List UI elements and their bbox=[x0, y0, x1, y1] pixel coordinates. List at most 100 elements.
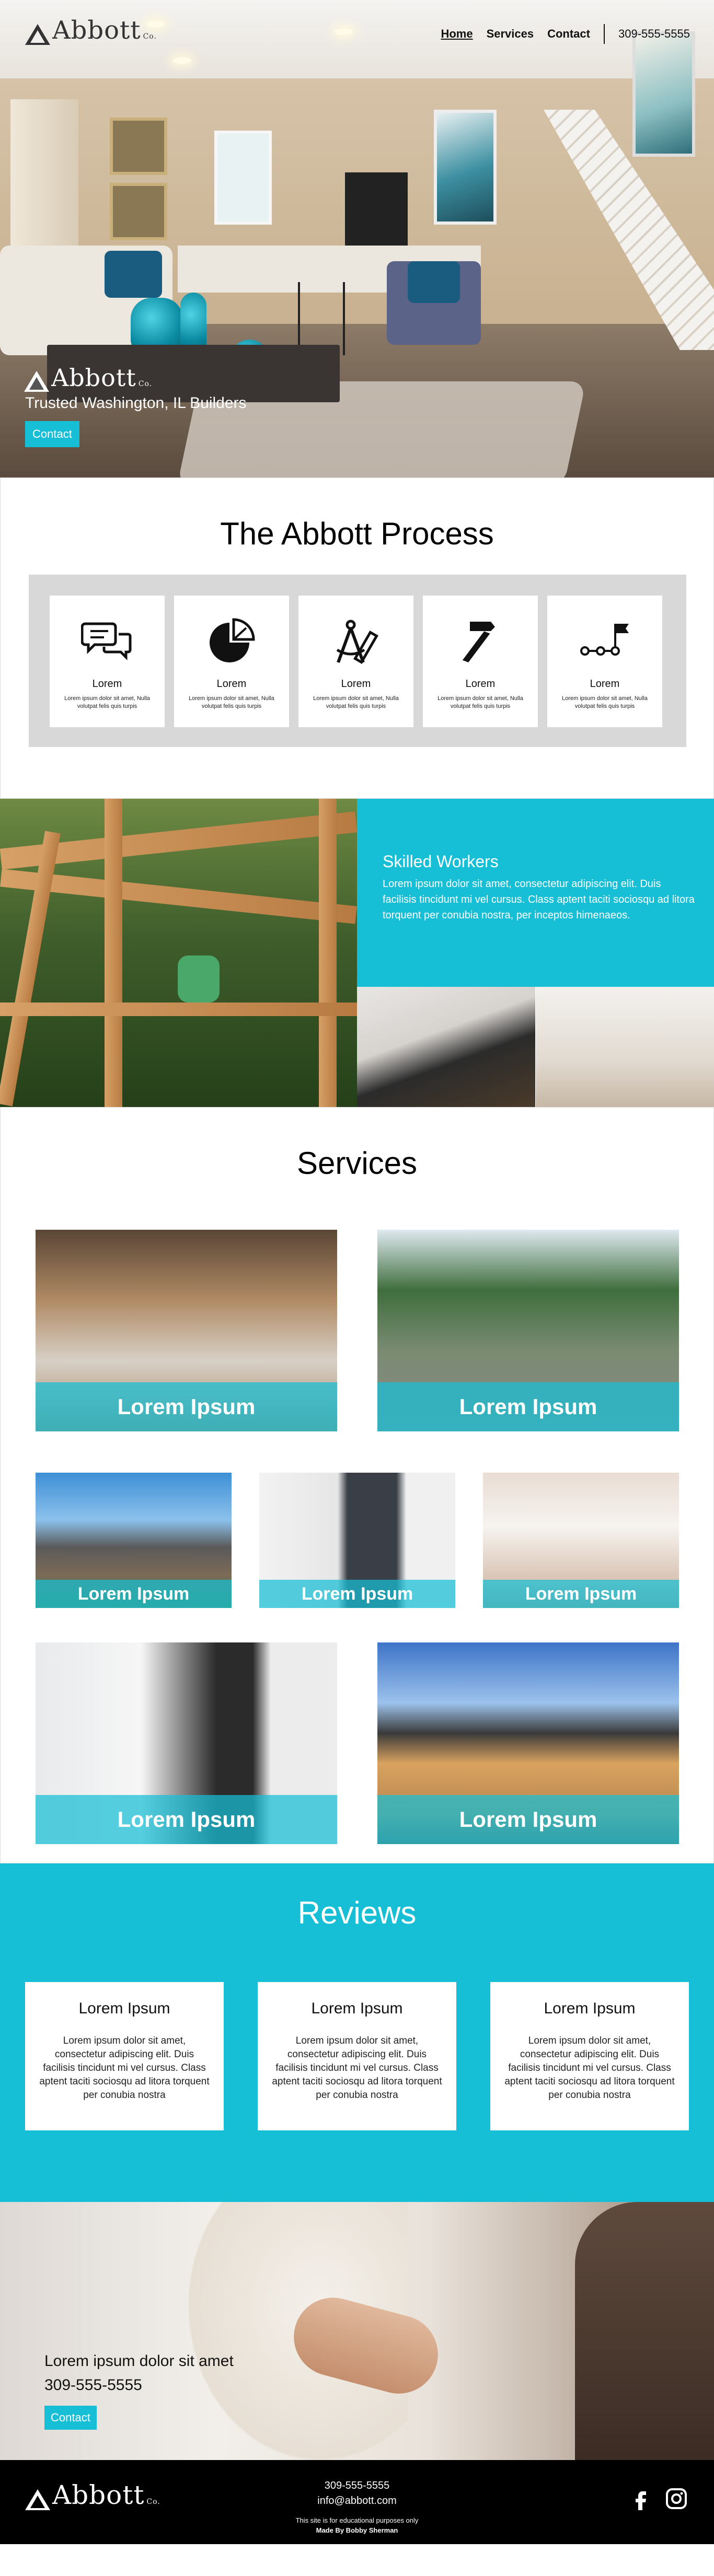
service-card-porch[interactable]: Lorem Ipsum bbox=[259, 1473, 455, 1608]
service-card-new-build[interactable]: Lorem Ipsum bbox=[377, 1642, 679, 1844]
review-card: Lorem Ipsum Lorem ipsum dolor sit amet, … bbox=[490, 1982, 689, 2130]
process-title: The Abbott Process bbox=[220, 516, 494, 551]
measuring-photo bbox=[536, 987, 714, 1107]
service-card-label: Lorem Ipsum bbox=[483, 1580, 679, 1608]
skilled-workers-section: Skilled Workers Lorem ipsum dolor sit am… bbox=[0, 799, 714, 1107]
hero-section: Abbott Co. Home Services Contact 309-555-… bbox=[0, 0, 714, 477]
reviews-title: Reviews bbox=[297, 1895, 417, 1930]
logo-triangle-icon bbox=[24, 371, 49, 392]
service-card-label: Lorem Ipsum bbox=[259, 1580, 455, 1608]
wall-picture bbox=[110, 183, 167, 240]
service-card-house[interactable]: Lorem Ipsum bbox=[36, 1473, 232, 1608]
review-title: Lorem Ipsum bbox=[78, 2000, 170, 2017]
footer: Abbott Co. 309-555-5555 info@abbott.com T… bbox=[0, 2460, 714, 2544]
process-card-text: Lorem ipsum dolor sit amet, Nulla volutp… bbox=[313, 695, 399, 709]
logo-triangle-icon bbox=[25, 24, 50, 45]
service-card-interior[interactable]: Lorem Ipsum bbox=[483, 1473, 679, 1608]
service-card-patio[interactable]: Lorem Ipsum bbox=[377, 1230, 679, 1431]
photo-beam bbox=[319, 799, 337, 1107]
process-card-title: Lorem bbox=[341, 678, 371, 690]
review-card: Lorem Ipsum Lorem ipsum dolor sit amet, … bbox=[258, 1982, 456, 2130]
process-card: Lorem Lorem ipsum dolor sit amet, Nulla … bbox=[547, 596, 662, 727]
review-card: Lorem Ipsum Lorem ipsum dolor sit amet, … bbox=[25, 1982, 224, 2130]
top-nav: Abbott Co. Home Services Contact 309-555-… bbox=[0, 0, 714, 63]
logo-suffix: Co. bbox=[138, 380, 153, 388]
photo-worker bbox=[178, 955, 220, 1003]
service-card-label: Lorem Ipsum bbox=[36, 1580, 232, 1608]
hero-contact-button[interactable]: Contact bbox=[25, 421, 79, 447]
wall-picture bbox=[110, 118, 167, 175]
drafting-compass-icon bbox=[336, 620, 378, 665]
nav-divider bbox=[603, 24, 605, 44]
footer-social bbox=[629, 2487, 688, 2510]
pie-chart-icon bbox=[210, 618, 255, 662]
process-card: Lorem Lorem ipsum dolor sit amet, Nulla … bbox=[174, 596, 289, 727]
hero-stools bbox=[298, 282, 345, 355]
contact-section: Lorem ipsum dolor sit amet 309-555-5555 … bbox=[0, 2202, 714, 2460]
footer-info: 309-555-5555 info@abbott.com This site i… bbox=[0, 2480, 714, 2534]
hero-fridge bbox=[345, 172, 408, 256]
process-card-text: Lorem ipsum dolor sit amet, Nulla volutp… bbox=[562, 695, 648, 709]
nav-phone[interactable]: 309-555-5555 bbox=[618, 27, 690, 41]
process-card-title: Lorem bbox=[590, 678, 620, 690]
reviews-section: Reviews Lorem Ipsum Lorem ipsum dolor si… bbox=[0, 1863, 714, 2202]
hammer-icon bbox=[462, 622, 495, 662]
logo-suffix: Co. bbox=[143, 32, 157, 41]
construction-photo bbox=[0, 799, 357, 1107]
handshake-photo-person bbox=[575, 2202, 714, 2460]
skilled-info-panel: Skilled Workers Lorem ipsum dolor sit am… bbox=[357, 799, 714, 987]
photo-beam bbox=[105, 799, 122, 1107]
contact-button[interactable]: Contact bbox=[44, 2406, 97, 2430]
review-text: Lorem ipsum dolor sit amet, consectetur … bbox=[504, 2035, 675, 2101]
review-title: Lorem Ipsum bbox=[311, 2000, 403, 2017]
review-text: Lorem ipsum dolor sit amet, consectetur … bbox=[39, 2035, 210, 2101]
tool-belt-photo bbox=[357, 987, 535, 1107]
process-section: The Abbott Process Lorem Lorem ipsum dol… bbox=[0, 477, 714, 799]
footer-credit: Made By Bobby Sherman bbox=[316, 2526, 398, 2534]
nav-link-home[interactable]: Home bbox=[441, 27, 473, 41]
contact-text: Lorem ipsum dolor sit amet bbox=[44, 2352, 234, 2370]
facebook-icon[interactable] bbox=[629, 2487, 652, 2510]
skilled-text: Lorem ipsum dolor sit amet, consectetur … bbox=[383, 878, 695, 921]
service-card-label: Lorem Ipsum bbox=[377, 1382, 679, 1431]
chat-bubbles-icon bbox=[81, 622, 132, 661]
footer-note: This site is for educational purposes on… bbox=[295, 2516, 419, 2524]
process-card-text: Lorem ipsum dolor sit amet, Nulla volutp… bbox=[437, 695, 523, 709]
service-card-label: Lorem Ipsum bbox=[377, 1795, 679, 1844]
footer-email[interactable]: info@abbott.com bbox=[0, 2495, 714, 2507]
process-card: Lorem Lorem ipsum dolor sit amet, Nulla … bbox=[423, 596, 538, 727]
instagram-icon[interactable] bbox=[665, 2487, 688, 2510]
process-card: Lorem Lorem ipsum dolor sit amet, Nulla … bbox=[298, 596, 413, 727]
photo-beam bbox=[0, 1003, 357, 1016]
services-section: Services Lorem Ipsum Lorem Ipsum Lorem I… bbox=[0, 1107, 714, 1863]
process-card-title: Lorem bbox=[216, 678, 247, 690]
nav-link-contact[interactable]: Contact bbox=[547, 27, 590, 41]
process-card-text: Lorem ipsum dolor sit amet, Nulla volutp… bbox=[189, 695, 274, 709]
nav-link-services[interactable]: Services bbox=[487, 27, 534, 41]
milestone-flag-icon bbox=[580, 624, 629, 656]
service-card-entryway[interactable]: Lorem Ipsum bbox=[36, 1642, 337, 1844]
review-title: Lorem Ipsum bbox=[544, 2000, 636, 2017]
process-card-container: Lorem Lorem ipsum dolor sit amet, Nulla … bbox=[29, 575, 686, 747]
nav-links: Home Services Contact 309-555-5555 bbox=[441, 24, 690, 44]
service-card-label: Lorem Ipsum bbox=[36, 1382, 337, 1431]
photo-beam bbox=[0, 869, 357, 924]
hero-window bbox=[214, 131, 272, 225]
service-card-label: Lorem Ipsum bbox=[36, 1795, 337, 1844]
process-card-title: Lorem bbox=[92, 678, 122, 690]
wall-picture bbox=[434, 110, 497, 225]
logo-text: Abbott bbox=[52, 16, 141, 45]
hero-tagline: Trusted Washington, IL Builders bbox=[25, 394, 247, 412]
nav-logo[interactable]: Abbott Co. bbox=[25, 16, 157, 45]
contact-phone[interactable]: 309-555-5555 bbox=[44, 2376, 142, 2394]
services-title: Services bbox=[296, 1146, 418, 1181]
logo-text: Abbott bbox=[51, 364, 136, 392]
process-card: Lorem Lorem ipsum dolor sit amet, Nulla … bbox=[50, 596, 165, 727]
hero-pillow bbox=[408, 261, 460, 303]
hero-pillow bbox=[105, 251, 162, 298]
footer-phone[interactable]: 309-555-5555 bbox=[0, 2480, 714, 2492]
process-card-text: Lorem ipsum dolor sit amet, Nulla volutp… bbox=[64, 695, 150, 709]
skilled-title: Skilled Workers bbox=[383, 852, 499, 871]
process-card-title: Lorem bbox=[465, 678, 496, 690]
service-card-kitchen[interactable]: Lorem Ipsum bbox=[36, 1230, 337, 1431]
